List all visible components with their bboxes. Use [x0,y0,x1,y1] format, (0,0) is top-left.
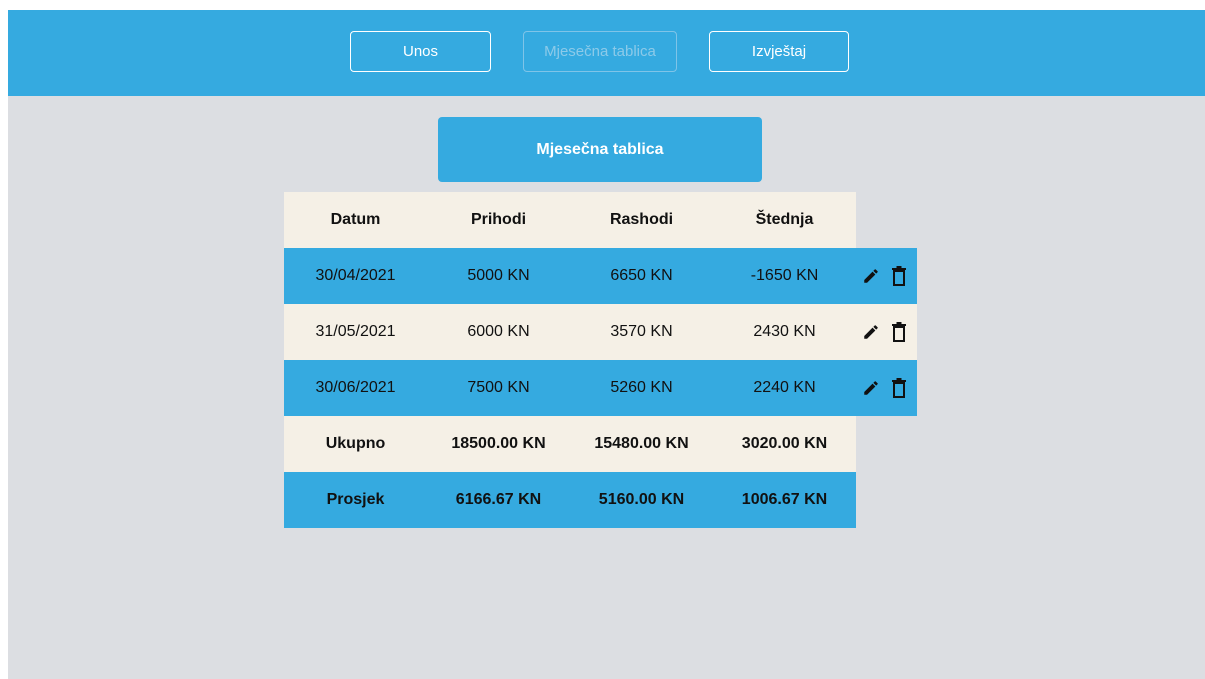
table-row: 30/06/2021 7500 KN 5260 KN 2240 KN [284,360,917,416]
average-row: Prosjek 6166.67 KN 5160.00 KN 1006.67 KN [284,472,856,528]
total-prihodi: 18500.00 KN [451,435,546,452]
row-actions [856,304,917,360]
trash-icon[interactable] [888,321,910,343]
nav-unos-button[interactable]: Unos [350,31,491,72]
header-prihodi: Prihodi [470,211,527,228]
cell-prihodi: 6000 KN [467,323,530,340]
page-title: Mjesečna tablica [438,117,762,182]
app-viewport: Unos Mjesečna tablica Izvještaj Mjesečna… [8,10,1205,679]
nav-izvjestaj-button[interactable]: Izvještaj [709,31,849,72]
total-rashodi: 15480.00 KN [594,435,689,452]
cell-prihodi: 7500 KN [467,379,530,396]
total-stednja: 3020.00 KN [741,435,828,452]
cell-prihodi: 5000 KN [467,267,530,284]
cell-stednja: -1650 KN [750,267,819,284]
cell-stednja: 2430 KN [753,323,816,340]
cell-datum: 31/05/2021 [315,323,396,340]
cell-stednja: 2240 KN [753,379,816,396]
average-stednja: 1006.67 KN [741,491,828,508]
row-actions [856,360,917,416]
average-rashodi: 5160.00 KN [598,491,685,508]
cell-datum: 30/06/2021 [315,379,396,396]
row-actions [856,248,917,304]
cell-datum: 30/04/2021 [315,267,396,284]
average-prihodi: 6166.67 KN [455,491,542,508]
cell-rashodi: 3570 KN [610,323,673,340]
header-stednja: Štednja [755,211,814,228]
header-datum: Datum [330,211,381,228]
pencil-icon[interactable] [860,265,882,287]
top-navbar: Unos Mjesečna tablica Izvještaj [8,10,1205,96]
cell-rashodi: 5260 KN [610,379,673,396]
table-row: 30/04/2021 5000 KN 6650 KN -1650 KN [284,248,917,304]
table-header-row: Datum Prihodi Rashodi Štednja [284,192,856,248]
nav-mjesecna-tablica-button[interactable]: Mjesečna tablica [523,31,677,72]
trash-icon[interactable] [888,377,910,399]
trash-icon[interactable] [888,265,910,287]
average-label: Prosjek [326,491,385,508]
table-row: 31/05/2021 6000 KN 3570 KN 2430 KN [284,304,917,360]
header-rashodi: Rashodi [609,211,674,228]
pencil-icon[interactable] [860,377,882,399]
pencil-icon[interactable] [860,321,882,343]
cell-rashodi: 6650 KN [610,267,673,284]
total-row: Ukupno 18500.00 KN 15480.00 KN 3020.00 K… [284,416,856,472]
total-label: Ukupno [325,435,386,452]
